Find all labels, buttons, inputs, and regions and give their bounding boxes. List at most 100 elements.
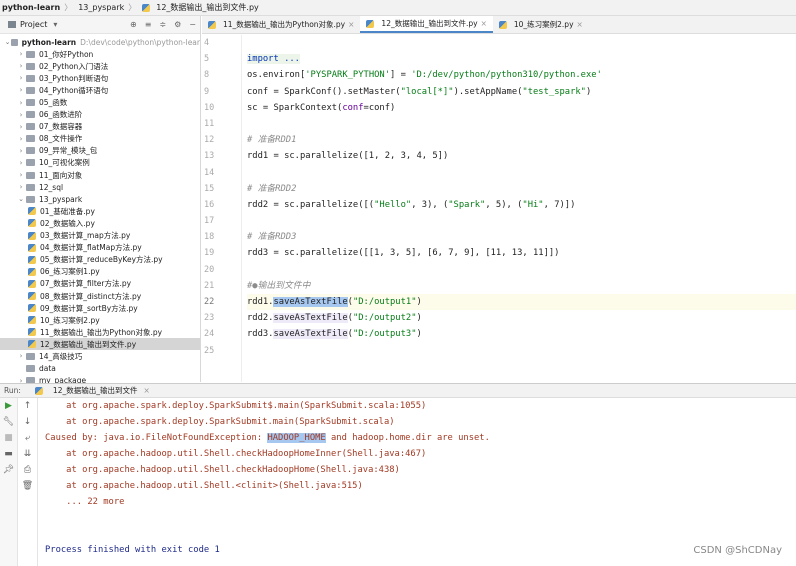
tree-item[interactable]: 09_数据计算_sortBy方法.py xyxy=(0,302,200,314)
breadcrumb-project[interactable]: python-learn xyxy=(2,3,60,12)
tree-item[interactable]: › 03_Python判断语句 xyxy=(0,72,200,84)
tree-item[interactable]: 06_练习案例1.py xyxy=(0,266,200,278)
tab-file[interactable]: 11_数据输出_输出为Python对象.py × xyxy=(202,16,360,33)
tree-root[interactable]: ⌄ python-learn D:\dev\code\python\python… xyxy=(0,36,200,48)
tree-item[interactable]: 03_数据计算_map方法.py xyxy=(0,230,200,242)
close-icon[interactable]: × xyxy=(577,20,583,29)
chevron-right-icon[interactable]: › xyxy=(16,99,26,107)
chevron-right-icon[interactable]: › xyxy=(16,183,26,191)
code-line[interactable]: # 准备RDD2 xyxy=(247,181,796,197)
tab-file[interactable]: 12_数据输出_输出到文件.py × xyxy=(360,16,493,33)
collapse-all-icon[interactable]: ≑ xyxy=(159,20,166,29)
python-file-icon xyxy=(28,340,36,349)
chevron-down-icon[interactable]: ▾ xyxy=(53,20,57,29)
tree-item[interactable]: 10_练习案例2.py xyxy=(0,314,200,326)
chevron-right-icon[interactable]: › xyxy=(16,62,26,70)
wrench-icon[interactable]: 🔧︎ xyxy=(0,414,17,430)
stop-icon[interactable]: ■ xyxy=(0,430,17,446)
tree-item[interactable]: › 07_数据容器 xyxy=(0,121,200,133)
minimize-icon[interactable]: − xyxy=(189,20,196,29)
code-line[interactable]: rdd3 = sc.parallelize([[1, 3, 5], [6, 7,… xyxy=(247,245,796,261)
print-icon[interactable]: ⎙ xyxy=(18,462,37,478)
code-line[interactable] xyxy=(247,35,796,51)
tab-file[interactable]: 10_练习案例2.py × xyxy=(493,16,589,33)
code-token: ) xyxy=(416,329,422,340)
tree-item[interactable]: › 08_文件操作 xyxy=(0,133,200,145)
close-icon[interactable]: × xyxy=(348,20,354,29)
tree-item[interactable]: 05_数据计算_reduceByKey方法.py xyxy=(0,254,200,266)
code-line[interactable]: import ... xyxy=(247,51,796,67)
tree-item[interactable]: › 05_函数 xyxy=(0,96,200,108)
pin-icon[interactable]: 📌︎ xyxy=(0,462,17,478)
close-icon[interactable]: × xyxy=(143,386,149,395)
chevron-down-icon[interactable]: ⌄ xyxy=(4,38,11,46)
close-icon[interactable]: × xyxy=(481,19,487,28)
code-line[interactable] xyxy=(247,116,796,132)
expand-all-icon[interactable]: ≡ xyxy=(145,20,152,29)
code-line[interactable]: os.environ['PYSPARK_PYTHON'] = 'D:/dev/p… xyxy=(247,67,796,83)
code-token: at org.apache.hadoop.util.Shell.checkHad… xyxy=(45,465,400,475)
tree-item[interactable]: › 10_可视化案例 xyxy=(0,157,200,169)
tree-item[interactable]: › 14_高级技巧 xyxy=(0,350,200,362)
tree-item[interactable]: 07_数据计算_filter方法.py xyxy=(0,278,200,290)
tree-item[interactable]: 02_数据输入.py xyxy=(0,217,200,229)
code-line[interactable]: sc = SparkContext(conf=conf) xyxy=(247,100,796,116)
tree-item[interactable]: ⌄ 13_pyspark xyxy=(0,193,200,205)
tree-item[interactable]: 08_数据计算_distinct方法.py xyxy=(0,290,200,302)
scroll-to-end-icon[interactable]: ⇊ xyxy=(18,446,37,462)
soft-wrap-icon[interactable]: ⤶ xyxy=(18,430,37,446)
tree-item[interactable]: › 04_Python循环语句 xyxy=(0,84,200,96)
code-line[interactable]: #●输出到文件中 xyxy=(247,278,796,294)
arrow-down-icon[interactable]: ↓ xyxy=(18,414,37,430)
trash-icon[interactable]: 🗑︎ xyxy=(18,478,37,494)
code-area[interactable]: import ... os.environ['PYSPARK_PYTHON'] =… xyxy=(247,35,796,359)
locate-icon[interactable]: ⊕ xyxy=(130,20,137,29)
breadcrumb-folder[interactable]: 13_pyspark xyxy=(78,3,124,12)
chevron-down-icon[interactable]: ⌄ xyxy=(16,195,26,203)
chevron-right-icon[interactable]: › xyxy=(16,352,26,360)
tree-item[interactable]: › 11_面向对象 xyxy=(0,169,200,181)
project-view-selector[interactable]: Project xyxy=(20,20,47,29)
tree-item[interactable]: 12_数据输出_输出到文件.py xyxy=(0,338,200,351)
tree-item[interactable]: data xyxy=(0,363,200,375)
tree-item[interactable]: 04_数据计算_flatMap方法.py xyxy=(0,242,200,254)
rerun-icon[interactable]: ▶ xyxy=(0,398,17,414)
console-output[interactable]: at org.apache.spark.deploy.SparkSubmit$.… xyxy=(45,398,796,558)
tree-item[interactable]: 11_数据输出_输出为Python对象.py xyxy=(0,326,200,338)
chevron-right-icon[interactable]: › xyxy=(16,111,26,119)
tree-item[interactable]: › 12_sql xyxy=(0,181,200,193)
tree-item[interactable]: › 02_Python入门语法 xyxy=(0,60,200,72)
tree-item[interactable]: 01_基础准备.py xyxy=(0,205,200,217)
chevron-right-icon[interactable]: › xyxy=(16,123,26,131)
code-line[interactable]: conf = SparkConf().setMaster("local[*]")… xyxy=(247,84,796,100)
breadcrumb-file[interactable]: 12_数据输出_输出到文件.py xyxy=(156,2,259,13)
tree-item[interactable]: › 01_你好Python xyxy=(0,48,200,60)
tree-item[interactable]: › 06_函数进阶 xyxy=(0,109,200,121)
chevron-right-icon[interactable]: › xyxy=(16,171,26,179)
code-line[interactable]: # 准备RDD1 xyxy=(247,132,796,148)
chevron-right-icon[interactable]: › xyxy=(16,135,26,143)
code-token: #●输出到文件中 xyxy=(247,280,311,291)
code-line[interactable] xyxy=(247,262,796,278)
tree-item[interactable]: › 09_异常_模块_包 xyxy=(0,145,200,157)
code-line[interactable]: rdd2.saveAsTextFile("D:/output2") xyxy=(247,310,796,326)
code-line[interactable] xyxy=(247,343,796,359)
code-line[interactable]: rdd2 = sc.parallelize([("Hello", 3), ("S… xyxy=(247,197,796,213)
chevron-right-icon[interactable]: › xyxy=(16,159,26,167)
code-line[interactable]: rdd3.saveAsTextFile("D:/output3") xyxy=(247,326,796,342)
chevron-right-icon[interactable]: › xyxy=(16,147,26,155)
python-file-icon xyxy=(28,316,36,325)
code-editor[interactable]: 4 5 8 9 10 11 12 13 14 15 16 17 18 19 20 21 22 23 24 25 imp… xyxy=(202,35,796,382)
chevron-right-icon[interactable]: › xyxy=(16,74,26,82)
arrow-up-icon[interactable]: ↑ xyxy=(18,398,37,414)
code-line[interactable] xyxy=(247,213,796,229)
code-line[interactable] xyxy=(247,165,796,181)
chevron-right-icon[interactable]: › xyxy=(16,50,26,58)
code-line[interactable]: rdd1 = sc.parallelize([1, 2, 3, 4, 5]) xyxy=(247,148,796,164)
gear-icon[interactable]: ⚙ xyxy=(174,20,181,29)
chevron-right-icon[interactable]: › xyxy=(16,86,26,94)
layout-icon[interactable]: ▬ xyxy=(0,446,17,462)
code-line[interactable]: rdd1.saveAsTextFile("D:/output1") xyxy=(247,294,796,311)
code-line[interactable]: # 准备RDD3 xyxy=(247,229,796,245)
run-tab[interactable]: 12_数据输出_输出到文件 xyxy=(53,385,138,396)
